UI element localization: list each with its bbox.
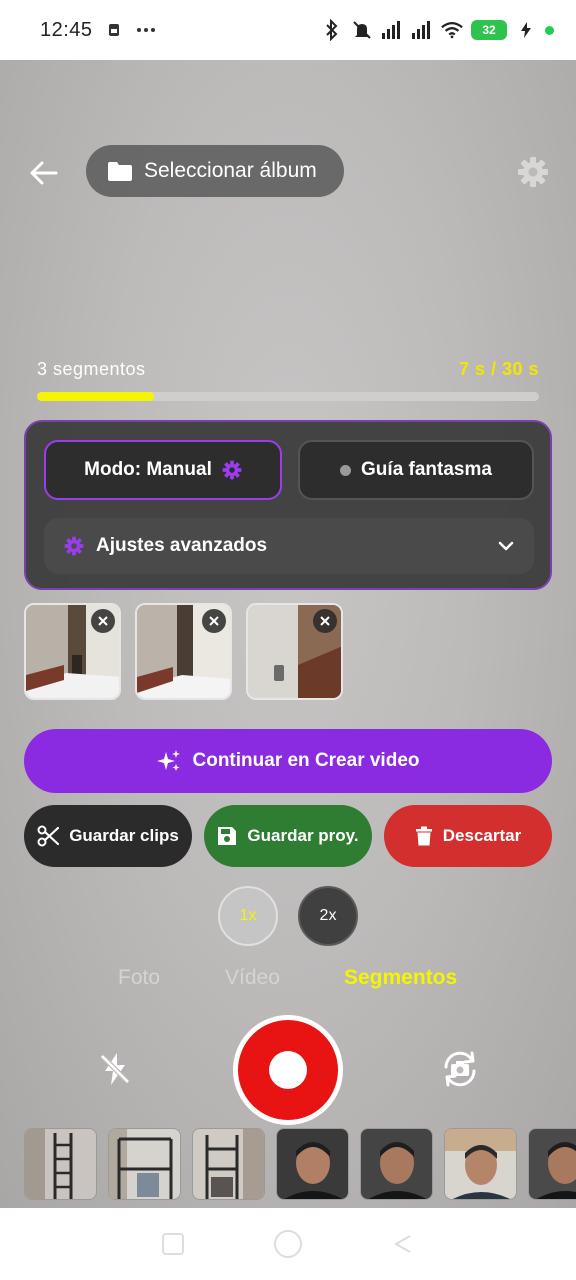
switch-camera-button[interactable] bbox=[437, 1046, 483, 1092]
gallery-thumbnail[interactable] bbox=[108, 1128, 181, 1200]
mute-icon bbox=[351, 19, 373, 41]
remove-clip-button[interactable] bbox=[202, 609, 226, 633]
save-project-label: Guardar proy. bbox=[247, 826, 359, 845]
bluetooth-icon bbox=[321, 19, 343, 41]
select-album-label: Seleccionar álbum bbox=[144, 159, 317, 182]
advanced-settings-label: Ajustes avanzados bbox=[96, 535, 268, 556]
gallery-thumbnail[interactable] bbox=[444, 1128, 517, 1200]
scissors-icon bbox=[37, 825, 60, 847]
gallery-thumbnail[interactable] bbox=[360, 1128, 433, 1200]
segment-count: 3 segmentos bbox=[37, 358, 146, 379]
ghost-status-dot bbox=[340, 464, 352, 476]
top-controls: Seleccionar álbum bbox=[0, 145, 576, 199]
close-icon bbox=[320, 616, 330, 626]
save-project-button[interactable]: Guardar proy. bbox=[204, 805, 372, 867]
duration-progress-fill bbox=[37, 392, 154, 401]
sim-card-icon bbox=[103, 19, 125, 41]
gear-icon bbox=[222, 460, 242, 480]
status-time: 12:45 bbox=[40, 18, 93, 41]
battery-icon: 32 bbox=[471, 20, 507, 40]
sparkles-icon bbox=[156, 750, 180, 771]
ghost-guide-label: Guía fantasma bbox=[361, 459, 492, 480]
manual-mode-label: Modo: Manual bbox=[84, 459, 212, 480]
discard-button[interactable]: Descartar bbox=[384, 805, 552, 867]
recent-media-strip bbox=[24, 1128, 576, 1202]
segment-info: 3 segmentos 7 s / 30 s bbox=[37, 358, 539, 380]
record-button-inner bbox=[269, 1051, 307, 1089]
gear-icon bbox=[64, 536, 84, 556]
gallery-thumbnail[interactable] bbox=[192, 1128, 265, 1200]
arrow-left-icon bbox=[30, 161, 58, 185]
save-clips-button[interactable]: Guardar clips bbox=[24, 805, 192, 867]
record-button[interactable] bbox=[233, 1015, 343, 1125]
back-triangle-icon[interactable] bbox=[392, 1233, 414, 1255]
floppy-disk-icon bbox=[218, 827, 237, 845]
gear-icon bbox=[518, 157, 548, 187]
continue-label: Continuar en Crear video bbox=[192, 750, 420, 771]
charging-icon bbox=[515, 19, 537, 41]
discard-label: Descartar bbox=[442, 826, 522, 845]
flip-camera-icon bbox=[444, 1051, 476, 1087]
clip-thumbnail[interactable] bbox=[135, 603, 232, 700]
manual-mode-button[interactable]: Modo: Manual bbox=[44, 440, 282, 500]
clip-thumbnail[interactable] bbox=[246, 603, 343, 700]
gallery-thumbnail[interactable] bbox=[24, 1128, 97, 1200]
signal-icon bbox=[381, 19, 403, 41]
more-dots-icon bbox=[135, 19, 157, 41]
tab-photo[interactable]: Foto bbox=[118, 966, 160, 990]
status-bar: 12:45 32 bbox=[0, 0, 576, 60]
save-clips-label: Guardar clips bbox=[69, 826, 179, 845]
chevron-down-icon bbox=[498, 541, 514, 551]
capture-mode-selector: Foto Vídeo Segmentos bbox=[0, 966, 576, 996]
privacy-indicator-icon bbox=[545, 25, 554, 35]
select-album-button[interactable]: Seleccionar álbum bbox=[86, 145, 344, 197]
recent-apps-button[interactable] bbox=[162, 1233, 184, 1255]
zoom-1x-button[interactable]: 1x bbox=[218, 886, 278, 946]
continue-create-video-button[interactable]: Continuar en Crear video bbox=[24, 729, 552, 793]
back-button[interactable] bbox=[22, 151, 66, 195]
tab-segments[interactable]: Segmentos bbox=[344, 966, 457, 990]
action-row: Guardar clips Guardar proy. Descartar bbox=[24, 805, 552, 867]
advanced-settings-toggle[interactable]: Ajustes avanzados bbox=[44, 518, 534, 574]
tab-video[interactable]: Vídeo bbox=[225, 966, 280, 990]
folder-icon bbox=[108, 162, 132, 181]
home-button[interactable] bbox=[274, 1230, 302, 1258]
system-navigation-bar bbox=[0, 1208, 576, 1280]
gallery-thumbnail[interactable] bbox=[528, 1128, 576, 1200]
flash-off-icon bbox=[100, 1053, 130, 1085]
duration-progress-bar bbox=[37, 392, 539, 401]
trash-icon bbox=[415, 826, 432, 846]
recorded-clips bbox=[24, 603, 343, 701]
flash-toggle-button[interactable] bbox=[94, 1048, 136, 1090]
wifi-icon bbox=[441, 19, 463, 41]
clip-thumbnail[interactable] bbox=[24, 603, 121, 700]
segment-duration: 7 s / 30 s bbox=[458, 358, 539, 379]
close-icon bbox=[98, 616, 108, 626]
close-icon bbox=[209, 616, 219, 626]
settings-button[interactable] bbox=[514, 153, 552, 191]
zoom-2x-button[interactable]: 2x bbox=[298, 886, 358, 946]
remove-clip-button[interactable] bbox=[91, 609, 115, 633]
mode-panel: Modo: Manual Guía fantasma Ajustes avanz… bbox=[24, 420, 552, 590]
remove-clip-button[interactable] bbox=[313, 609, 337, 633]
ghost-guide-button[interactable]: Guía fantasma bbox=[298, 440, 534, 500]
gallery-thumbnail[interactable] bbox=[276, 1128, 349, 1200]
signal-icon bbox=[411, 19, 433, 41]
